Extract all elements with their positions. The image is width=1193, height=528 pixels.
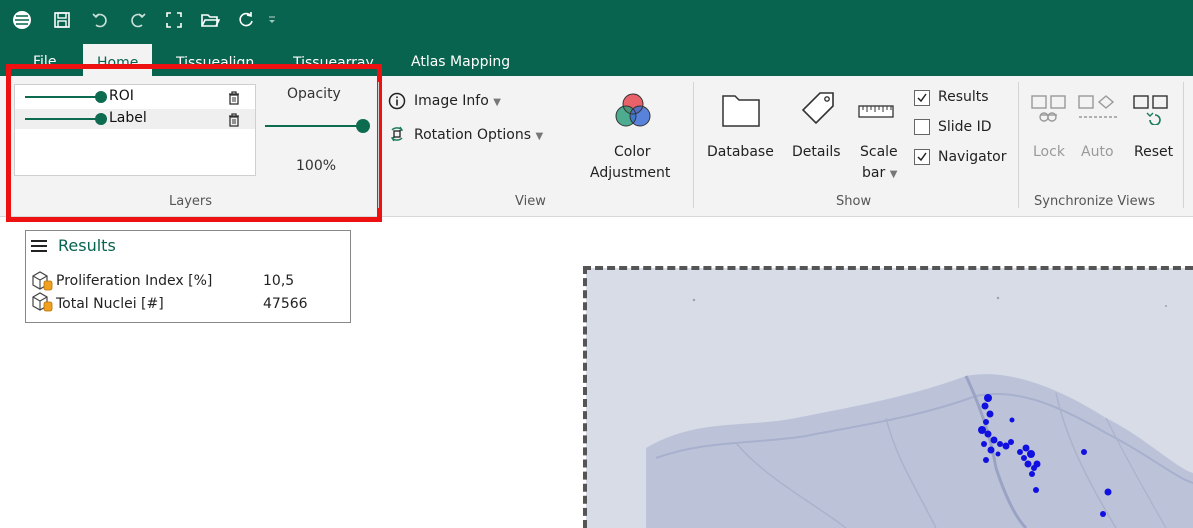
color-adjustment-label-2[interactable]: Adjustment	[590, 165, 670, 181]
info-icon	[388, 92, 406, 114]
auto-button[interactable]: Auto	[1081, 144, 1114, 160]
refresh-icon[interactable]	[234, 7, 258, 33]
lock-button[interactable]: Lock	[1033, 144, 1065, 160]
lock-views-icon[interactable]	[1031, 95, 1067, 129]
reset-sync-icon[interactable]	[1133, 95, 1169, 129]
group-separator	[1183, 82, 1184, 208]
ruler-icon[interactable]	[858, 104, 894, 123]
rotation-icon	[388, 124, 406, 148]
result-label: Total Nuclei [#]	[56, 296, 164, 312]
tag-icon[interactable]	[800, 90, 836, 130]
scale-bar-label-1[interactable]: Scale	[860, 144, 898, 160]
rotation-options-label: Rotation Options	[414, 127, 532, 143]
results-title: Results	[58, 236, 116, 255]
details-button[interactable]: Details	[792, 144, 841, 160]
scale-bar-label-2: bar	[862, 165, 886, 181]
image-info-button[interactable]: Image Info ▼	[414, 93, 501, 109]
app-logo-icon[interactable]	[10, 7, 34, 33]
selection-border-left	[583, 266, 587, 528]
group-separator	[693, 82, 694, 208]
group-label-show: Show	[836, 194, 872, 209]
auto-sync-icon[interactable]	[1078, 95, 1120, 129]
group-separator	[1018, 82, 1019, 208]
undo-icon[interactable]	[88, 7, 112, 33]
redo-icon[interactable]	[126, 7, 150, 33]
slide-id-checkbox[interactable]	[914, 119, 930, 135]
slide-id-checkbox-label[interactable]: Slide ID	[938, 119, 992, 135]
result-value: 10,5	[263, 273, 295, 289]
result-value: 47566	[263, 296, 308, 312]
scale-bar-button[interactable]: bar ▼	[862, 165, 897, 181]
color-adjustment-icon[interactable]	[612, 90, 654, 136]
menu-icon[interactable]	[30, 238, 48, 258]
tissue-image	[586, 268, 1193, 528]
cube-database-icon	[31, 292, 53, 316]
chevron-down-icon: ▼	[493, 97, 501, 108]
reset-button[interactable]: Reset	[1134, 144, 1173, 160]
chevron-down-icon: ▼	[889, 169, 898, 180]
result-label: Proliferation Index [%]	[56, 273, 213, 289]
group-separator	[378, 82, 379, 208]
group-label-view: View	[515, 194, 546, 209]
results-checkbox[interactable]	[914, 90, 930, 106]
customize-dropdown-icon[interactable]	[264, 7, 280, 33]
chevron-down-icon: ▼	[535, 131, 544, 142]
fullscreen-icon[interactable]	[162, 7, 186, 33]
folder-icon[interactable]	[721, 92, 761, 132]
save-icon[interactable]	[50, 7, 74, 33]
rotation-options-button[interactable]: Rotation Options ▼	[414, 127, 543, 143]
highlight-box	[6, 64, 382, 222]
group-label-synchronize-views: Synchronize Views	[1034, 194, 1156, 209]
navigator-checkbox[interactable]	[914, 149, 930, 165]
image-info-label: Image Info	[414, 93, 489, 109]
open-folder-icon[interactable]	[198, 7, 222, 33]
database-button[interactable]: Database	[707, 144, 774, 160]
selection-border-top	[583, 266, 1193, 270]
tab-atlas-mapping[interactable]: Atlas Mapping	[411, 49, 510, 76]
navigator-checkbox-label[interactable]: Navigator	[938, 149, 1007, 165]
results-checkbox-label[interactable]: Results	[938, 89, 989, 105]
slide-image[interactable]	[586, 268, 1193, 528]
color-adjustment-label-1[interactable]: Color	[614, 144, 651, 160]
